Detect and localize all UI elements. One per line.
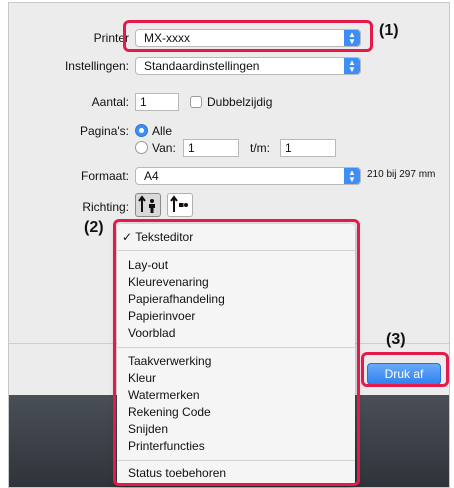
from-field[interactable]: 1 [183, 139, 239, 157]
format-value: A4 [144, 169, 159, 183]
copies-label: Aantal: [91, 95, 129, 109]
to-field[interactable]: 1 [280, 139, 336, 157]
from-label: Van: [152, 141, 176, 155]
printer-label: Printer [93, 31, 129, 45]
format-label: Formaat: [80, 169, 129, 183]
format-size: 210 bij 297 mm [367, 169, 436, 180]
up-down-arrows-icon: ▲ ▼ [344, 168, 360, 184]
up-down-arrows-icon: ▲ ▼ [344, 58, 360, 74]
portrait-icon[interactable] [135, 193, 161, 217]
settings-label: Instellingen: [64, 59, 129, 73]
to-label: t/m: [250, 141, 270, 155]
highlight-box-2 [113, 219, 360, 486]
callout-1: (1) [379, 22, 399, 39]
callout-3: (3) [386, 331, 406, 348]
settings-value: Standaardinstellingen [144, 59, 260, 73]
copies-field[interactable]: 1 [135, 93, 179, 111]
all-label: Alle [152, 124, 173, 138]
format-popup[interactable]: A4 ▲ ▼ [135, 167, 361, 185]
landscape-icon[interactable] [167, 193, 193, 217]
callout-2: (2) [84, 219, 104, 236]
radio-all[interactable] [135, 124, 148, 137]
duplex-checkbox[interactable] [190, 96, 202, 108]
highlight-box-3 [361, 352, 449, 387]
radio-range[interactable] [135, 141, 148, 154]
duplex-label: Dubbelzijdig [207, 95, 273, 109]
orientation-label: Richting: [82, 200, 129, 214]
highlight-box-1 [123, 20, 373, 52]
settings-popup[interactable]: Standaardinstellingen ▲ ▼ [135, 57, 361, 75]
pages-label: Pagina's: [80, 124, 129, 138]
